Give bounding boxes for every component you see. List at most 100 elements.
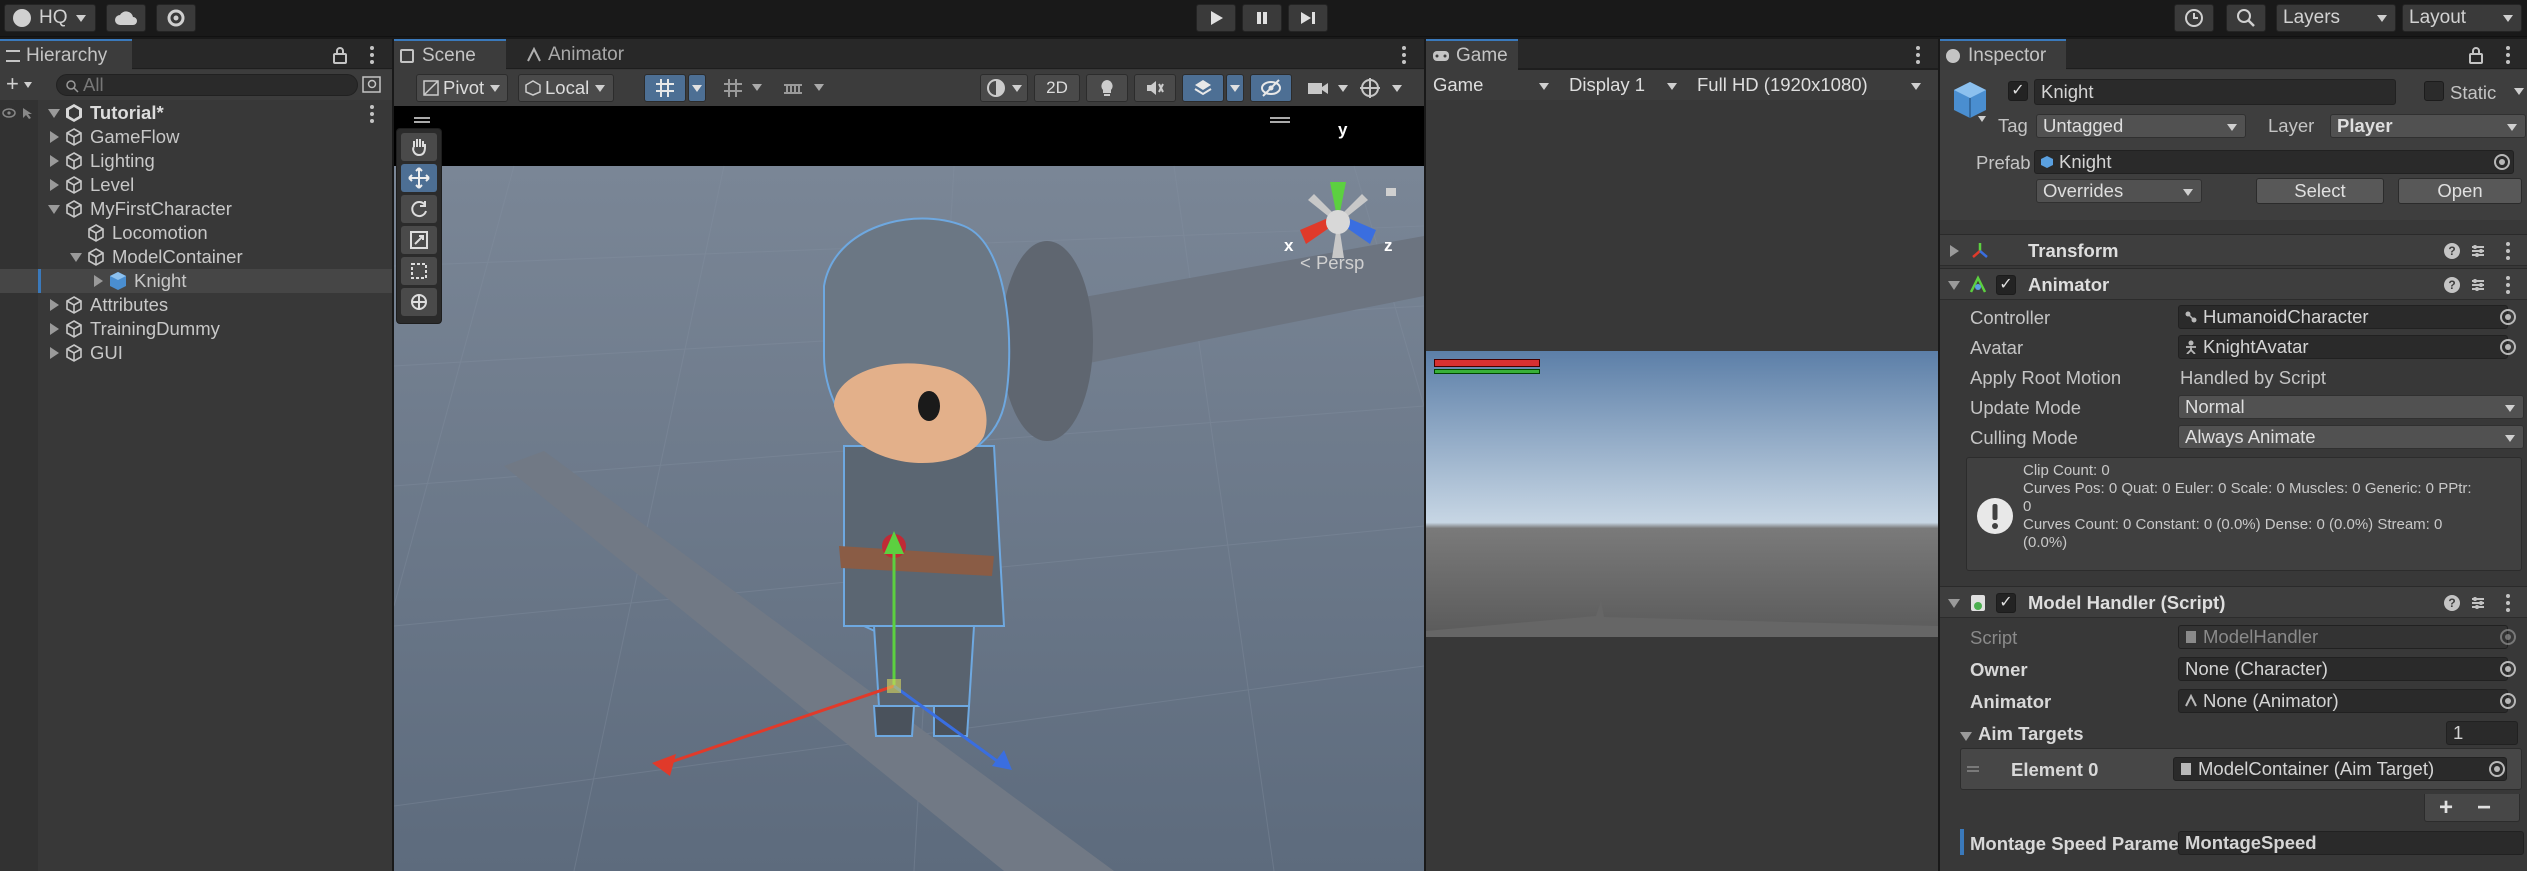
- account-dropdown[interactable]: HQ: [4, 4, 96, 32]
- shading-mode-button[interactable]: [980, 74, 1028, 102]
- pause-button[interactable]: [1242, 4, 1282, 32]
- preset-icon[interactable]: [2470, 277, 2486, 293]
- audio-toggle-button[interactable]: [1134, 74, 1176, 102]
- add-element-button[interactable]: +: [2439, 794, 2453, 822]
- expand-arrow-icon[interactable]: [50, 299, 59, 311]
- more-menu-icon[interactable]: [1916, 46, 1920, 64]
- transform-tool[interactable]: [401, 288, 437, 316]
- more-menu-icon[interactable]: [370, 46, 374, 64]
- model-handler-component-header[interactable]: ✓ Model Handler (Script) ?: [1940, 586, 2527, 618]
- grid-snap-options[interactable]: [688, 74, 706, 102]
- hierarchy-item[interactable]: TrainingDummy: [0, 317, 392, 341]
- select-button[interactable]: Select: [2256, 178, 2384, 204]
- lock-icon[interactable]: [332, 46, 348, 64]
- cloud-button[interactable]: [106, 4, 146, 32]
- overrides-dropdown[interactable]: Overrides: [2036, 179, 2202, 203]
- collapse-arrow-icon[interactable]: [1948, 599, 1960, 608]
- grid-snap-button[interactable]: [644, 74, 686, 102]
- expand-arrow-icon[interactable]: [1950, 245, 1959, 257]
- more-menu-icon[interactable]: [2506, 46, 2510, 64]
- effects-options[interactable]: [1226, 74, 1244, 102]
- scene-root-row[interactable]: Tutorial*: [0, 101, 392, 125]
- object-name-input[interactable]: Knight: [2034, 79, 2396, 105]
- projection-toggle[interactable]: < Persp: [1300, 252, 1364, 274]
- component-menu-icon[interactable]: [2506, 242, 2510, 260]
- scale-tool[interactable]: [401, 226, 437, 254]
- preset-icon[interactable]: [2470, 595, 2486, 611]
- hierarchy-item[interactable]: Level: [0, 173, 392, 197]
- hierarchy-item[interactable]: GUI: [0, 341, 392, 365]
- visibility-icon[interactable]: [2, 107, 16, 119]
- collapse-arrow-icon[interactable]: [48, 109, 60, 118]
- remove-element-button[interactable]: −: [2477, 794, 2491, 822]
- pivot-dropdown[interactable]: Pivot: [416, 74, 508, 102]
- search-button[interactable]: [2226, 4, 2266, 32]
- hierarchy-item[interactable]: Knight: [0, 269, 392, 293]
- expand-arrow-icon[interactable]: [94, 275, 103, 287]
- lighting-toggle-button[interactable]: [1086, 74, 1128, 102]
- grid-toggle-button[interactable]: [712, 74, 754, 102]
- preset-icon[interactable]: [2470, 243, 2486, 259]
- hierarchy-item[interactable]: Locomotion: [0, 221, 392, 245]
- hierarchy-item[interactable]: GameFlow: [0, 125, 392, 149]
- scene-menu-icon[interactable]: [370, 105, 374, 123]
- static-checkbox[interactable]: [2424, 81, 2444, 101]
- history-button[interactable]: [2174, 4, 2214, 32]
- owner-field[interactable]: None (Character): [2178, 657, 2508, 681]
- chevron-down-icon[interactable]: [2514, 88, 2524, 95]
- component-menu-icon[interactable]: [2506, 594, 2510, 612]
- expand-arrow-icon[interactable]: [50, 347, 59, 359]
- layers-dropdown[interactable]: Layers: [2276, 4, 2396, 32]
- aim-targets-count-field[interactable]: 1: [2446, 721, 2518, 745]
- transform-component-header[interactable]: Transform ?: [1940, 234, 2527, 266]
- controller-picker-icon[interactable]: [2500, 309, 2516, 325]
- help-icon[interactable]: ?: [2444, 277, 2460, 293]
- element-field[interactable]: ModelContainer (Aim Target): [2173, 757, 2507, 781]
- chevron-down-icon[interactable]: [1978, 116, 1986, 122]
- hand-tool[interactable]: [401, 133, 437, 161]
- expand-arrow-icon[interactable]: [50, 155, 59, 167]
- active-checkbox[interactable]: ✓: [2008, 81, 2028, 101]
- layout-dropdown[interactable]: Layout: [2402, 4, 2522, 32]
- expand-arrow-icon[interactable]: [50, 131, 59, 143]
- resolution-dropdown[interactable]: Full HD (1920x1080): [1690, 73, 1930, 97]
- drag-handle-icon[interactable]: [1967, 766, 1979, 772]
- collapse-arrow-icon[interactable]: [1948, 281, 1960, 290]
- scene-search-icon[interactable]: [362, 76, 382, 94]
- hierarchy-search-input[interactable]: All: [56, 74, 358, 96]
- avatar-field[interactable]: KnightAvatar: [2178, 335, 2508, 359]
- tab-scene[interactable]: Scene: [394, 39, 506, 70]
- aim-targets-collapse-icon[interactable]: [1960, 732, 1972, 741]
- montage-speed-field[interactable]: MontageSpeed: [2178, 831, 2524, 855]
- layer-dropdown[interactable]: Player: [2330, 114, 2526, 138]
- effects-toggle-button[interactable]: [1182, 74, 1224, 102]
- element-picker-icon[interactable]: [2489, 761, 2505, 777]
- controller-field[interactable]: HumanoidCharacter: [2178, 305, 2508, 329]
- help-icon[interactable]: ?: [2444, 243, 2460, 259]
- hierarchy-item[interactable]: MyFirstCharacter: [0, 197, 392, 221]
- camera-settings-button[interactable]: [1302, 74, 1352, 102]
- local-dropdown[interactable]: Local: [518, 74, 614, 102]
- avatar-picker-icon[interactable]: [2500, 339, 2516, 355]
- pickable-icon[interactable]: [20, 107, 34, 119]
- help-icon[interactable]: ?: [2444, 595, 2460, 611]
- more-menu-icon[interactable]: [1402, 46, 1406, 64]
- display-dropdown[interactable]: Display 1: [1562, 73, 1686, 97]
- culling-mode-dropdown[interactable]: Always Animate: [2178, 425, 2524, 449]
- 2d-toggle-button[interactable]: 2D: [1034, 74, 1080, 102]
- hierarchy-item[interactable]: Lighting: [0, 149, 392, 173]
- scene-viewport[interactable]: y x z < Persp: [394, 106, 1424, 871]
- expand-arrow-icon[interactable]: [50, 323, 59, 335]
- tag-dropdown[interactable]: Untagged: [2036, 114, 2246, 138]
- services-button[interactable]: [156, 4, 196, 32]
- mh-animator-field[interactable]: None (Animator): [2178, 689, 2508, 713]
- tab-hierarchy[interactable]: Hierarchy: [0, 39, 132, 70]
- play-button[interactable]: [1196, 4, 1236, 32]
- chevron-down-icon[interactable]: [752, 84, 762, 91]
- hierarchy-item[interactable]: ModelContainer: [0, 245, 392, 269]
- rect-tool[interactable]: [401, 257, 437, 285]
- increment-snap-button[interactable]: [772, 74, 814, 102]
- tab-inspector[interactable]: Inspector: [1940, 39, 2066, 70]
- lock-icon[interactable]: [2468, 46, 2484, 64]
- mh-animator-picker-icon[interactable]: [2500, 693, 2516, 709]
